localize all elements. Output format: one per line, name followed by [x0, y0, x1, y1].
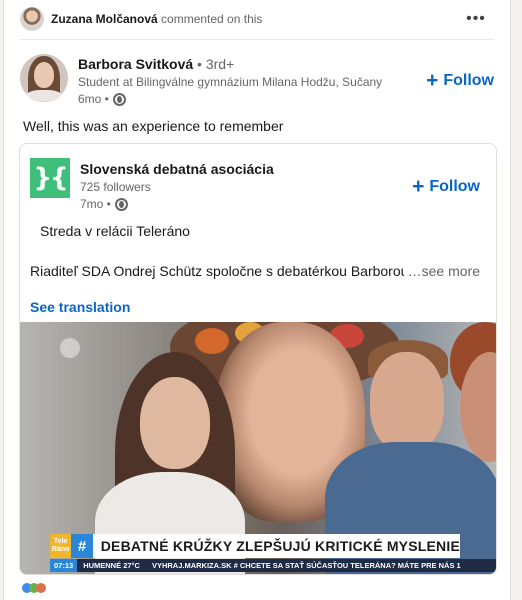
org-info: Slovenská debatná asociácia 725 follower… [80, 161, 274, 211]
plus-icon: + [426, 68, 439, 92]
shared-text-line: Streda v relácii Teleráno [40, 223, 190, 239]
org-name[interactable]: Slovenská debatná asociácia [80, 161, 274, 177]
shared-post-time: 7mo • [80, 197, 111, 211]
media-person [370, 352, 444, 452]
ticker-weather: HUMENNÉ 27°C [83, 561, 140, 570]
ellipsis-icon: ••• [466, 10, 486, 27]
author-headline: Student at Bilingválne gymnázium Milana … [78, 75, 383, 89]
tv-banner: Tele Ráno # DEBATNÉ KRÚŽKY ZLEPŠUJÚ KRIT… [50, 534, 460, 558]
see-more-link[interactable]: …see more [403, 263, 480, 279]
author-name[interactable]: Barbora Svitková [78, 56, 193, 72]
author-name-line[interactable]: Barbora Svitková • 3rd+ [78, 56, 384, 72]
globe-icon [114, 197, 128, 211]
brand-line: Ráno [51, 546, 70, 553]
shared-text-line: Riaditeľ SDA Ondrej Schütz spoločne s de… [30, 263, 409, 279]
actor-name[interactable]: Zuzana Molčanová [51, 12, 158, 26]
org-logo-mark: }{ [33, 163, 68, 193]
globe-icon [112, 92, 126, 106]
org-followers: 725 followers [80, 180, 151, 194]
ticker-text: VYHRAJ.MARKIZA.SK # CHCETE SA STAŤ SÚČAS… [151, 561, 461, 570]
activity-header: Zuzana Molčanová commented on this ••• [20, 7, 494, 31]
post-meta: 6mo • [78, 92, 384, 106]
actor-avatar[interactable] [20, 7, 44, 31]
connection-degree: • 3rd+ [193, 56, 235, 72]
post-time: 6mo • [78, 92, 109, 106]
more-options-button[interactable]: ••• [464, 9, 488, 29]
brand-line: Tele [53, 538, 68, 545]
follow-author-button[interactable]: + Follow [426, 68, 494, 94]
feed-post-card: Zuzana Molčanová commented on this ••• B… [3, 0, 511, 600]
shared-post-meta: 7mo • [80, 197, 274, 211]
media-person [140, 377, 210, 469]
love-icon [36, 583, 46, 593]
post-video-image[interactable]: Tele Ráno # DEBATNÉ KRÚŽKY ZLEPŠUJÚ KRIT… [20, 322, 496, 574]
org-logo[interactable]: }{ [30, 158, 70, 198]
follow-org-button[interactable]: + Follow [412, 174, 480, 200]
activity-action: commented on this [157, 12, 263, 26]
post-author: Barbora Svitková • 3rd+ Student at Bilin… [20, 54, 494, 106]
channel-logo-icon [60, 338, 80, 358]
plus-icon: + [412, 174, 425, 198]
avatar-shirt [24, 90, 64, 102]
header-divider [20, 39, 494, 40]
author-info: Barbora Svitková • 3rd+ Student at Bilin… [78, 56, 384, 106]
media-flower [195, 328, 229, 354]
banner-headline: DEBATNÉ KRÚŽKY ZLEPŠUJÚ KRITICKÉ MYSLENI… [100, 538, 460, 554]
activity-text: Zuzana Molčanová commented on this [51, 12, 262, 26]
tv-ticker: 07:13 HUMENNÉ 27°C VYHRAJ.MARKIZA.SK # C… [50, 559, 496, 572]
avatar-face [34, 62, 54, 88]
hash-icon: # [71, 534, 93, 558]
see-translation-link[interactable]: See translation [30, 299, 130, 315]
follow-label: Follow [429, 178, 480, 195]
shared-post[interactable]: }{ Slovenská debatná asociácia 725 follo… [19, 143, 497, 575]
post-text: Well, this was an experience to remember [23, 118, 284, 134]
author-avatar[interactable] [20, 54, 68, 102]
ticker-time: 07:13 [50, 559, 78, 572]
follow-label: Follow [443, 72, 494, 89]
teleranno-logo: Tele Ráno [50, 534, 72, 558]
